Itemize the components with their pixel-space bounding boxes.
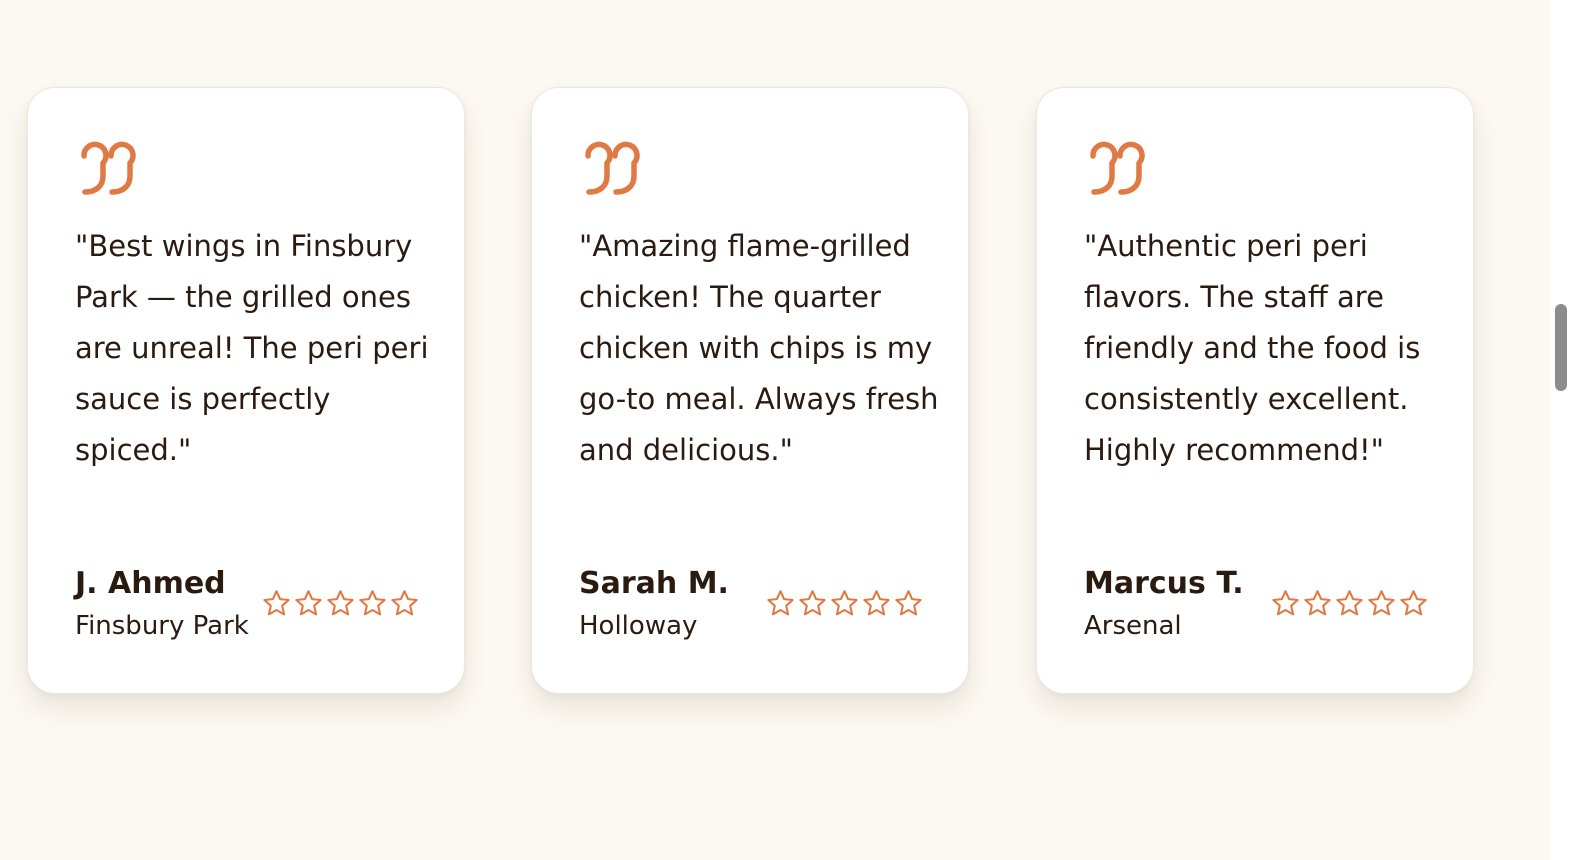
testimonial-card: "Authentic peri peri flavors. The staff … bbox=[1036, 87, 1474, 694]
testimonial-author: Sarah M. bbox=[579, 566, 729, 601]
star-outline-icon bbox=[263, 590, 290, 616]
star-outline-icon bbox=[1368, 590, 1395, 616]
star-outline-icon bbox=[1304, 590, 1331, 616]
testimonial-author: Marcus T. bbox=[1084, 566, 1244, 601]
star-outline-icon bbox=[327, 590, 354, 616]
star-outline-icon bbox=[831, 590, 858, 616]
quote-icon bbox=[1090, 141, 1145, 195]
star-rating bbox=[765, 588, 924, 620]
star-outline-icon bbox=[1400, 590, 1427, 616]
testimonials-section: "Best wings in Finsbury Park — the grill… bbox=[0, 0, 1591, 860]
star-outline-icon bbox=[1272, 590, 1299, 616]
star-outline-icon bbox=[799, 590, 826, 616]
star-outline-icon bbox=[863, 590, 890, 616]
testimonial-quote: "Authentic peri peri flavors. The staff … bbox=[1084, 229, 1421, 467]
star-rating bbox=[261, 588, 420, 620]
star-outline-icon bbox=[767, 590, 794, 616]
star-outline-icon bbox=[1336, 590, 1363, 616]
testimonial-quote: "Amazing flame-grilled chicken! The quar… bbox=[579, 229, 939, 467]
quote-icon bbox=[81, 141, 136, 195]
testimonial-location: Finsbury Park bbox=[75, 611, 249, 641]
testimonial-card: "Amazing flame-grilled chicken! The quar… bbox=[531, 87, 969, 694]
scrollbar-track[interactable] bbox=[1551, 0, 1591, 860]
testimonial-card: "Best wings in Finsbury Park — the grill… bbox=[27, 87, 465, 694]
testimonial-author: J. Ahmed bbox=[75, 566, 226, 601]
testimonial-quote: "Best wings in Finsbury Park — the grill… bbox=[75, 229, 429, 467]
testimonial-location: Arsenal bbox=[1084, 611, 1182, 641]
testimonial-location: Holloway bbox=[579, 611, 698, 641]
scrollbar-thumb[interactable] bbox=[1555, 304, 1567, 391]
quote-icon bbox=[585, 141, 640, 195]
star-rating bbox=[1270, 588, 1429, 620]
star-outline-icon bbox=[359, 590, 386, 616]
star-outline-icon bbox=[895, 590, 922, 616]
star-outline-icon bbox=[391, 590, 418, 616]
star-outline-icon bbox=[295, 590, 322, 616]
